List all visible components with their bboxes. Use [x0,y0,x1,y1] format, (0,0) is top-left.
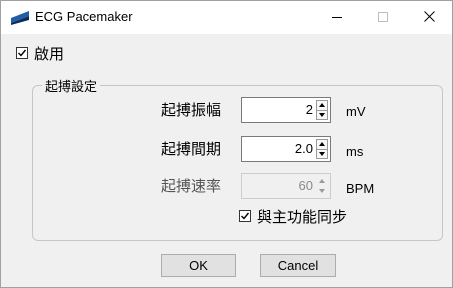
rate-value: 60 [298,178,313,193]
minimize-icon [332,10,342,26]
interval-spinbox[interactable]: 2.0 [241,136,331,162]
amplitude-label: 起搏振幅 [160,101,221,119]
spin-up-icon [316,176,328,186]
spin-down-icon[interactable] [316,110,328,120]
checkmark-icon [241,212,250,220]
spin-up-icon[interactable] [316,139,328,150]
sync-checkbox-row[interactable]: 與主功能同步 [239,206,347,226]
window-title: ECG Pacemaker [35,9,133,24]
dialog-window: ECG Pacemaker 啟用 起搏設定 起搏振幅 2 mV 起搏間期 2.0… [0,0,453,288]
ecg-app-icon [11,9,29,25]
rate-label: 起搏速率 [160,177,221,195]
cancel-button[interactable]: Cancel [260,254,336,277]
spin-down-icon [316,186,328,196]
sync-checkbox[interactable] [239,210,251,222]
interval-value: 2.0 [294,141,313,156]
amplitude-spinbox[interactable]: 2 [241,97,331,123]
interval-spin-arrows[interactable] [316,139,328,159]
rate-unit: BPM [346,181,375,196]
amplitude-value: 2 [305,102,313,117]
pacing-settings-group [32,85,443,241]
ok-button[interactable]: OK [161,254,236,277]
spin-down-icon[interactable] [316,149,328,159]
rate-spinbox: 60 [241,173,331,199]
minimize-button[interactable] [314,1,360,34]
rate-spin-arrows [316,176,328,196]
interval-unit: ms [346,144,364,159]
maximize-button[interactable] [360,1,406,34]
checkmark-icon [18,49,27,57]
close-icon [423,10,435,26]
sync-label: 與主功能同步 [257,207,348,226]
group-title: 起搏設定 [42,76,101,95]
spin-up-icon[interactable] [316,100,328,111]
close-button[interactable] [406,1,452,34]
enable-checkbox[interactable] [16,47,28,59]
amplitude-spin-arrows[interactable] [316,100,328,120]
enable-checkbox-row[interactable]: 啟用 [16,43,64,63]
maximize-icon [378,10,388,26]
interval-label: 起搏間期 [160,140,221,158]
enable-label: 啟用 [34,44,65,63]
title-bar[interactable]: ECG Pacemaker [1,1,452,34]
amplitude-unit: mV [346,104,366,119]
